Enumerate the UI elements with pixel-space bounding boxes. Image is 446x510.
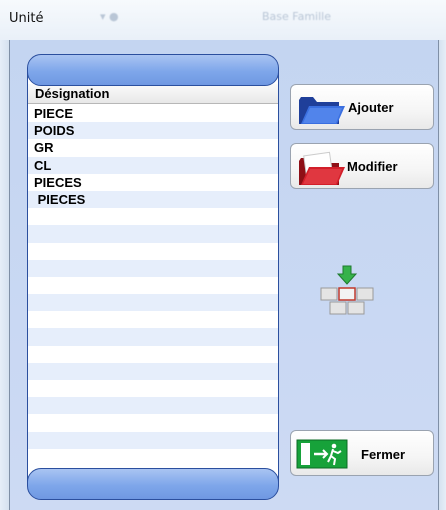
list-item[interactable] [28, 225, 278, 243]
list-item[interactable] [28, 431, 278, 449]
list-item[interactable] [28, 397, 278, 415]
list-item[interactable] [28, 414, 278, 432]
red-folder-icon [295, 149, 347, 194]
list-item[interactable]: POIDS [28, 122, 278, 140]
list-bottom-cap [27, 468, 279, 500]
list-item[interactable]: GR [28, 139, 278, 157]
client-area: Désignation PIECE POIDS GR CL PIECES PIECES … [10, 40, 438, 510]
title-blur-glyph: ▾ ● [100, 10, 119, 23]
list-item[interactable] [28, 242, 278, 260]
window: Unité ▾ ● Base Famille Désignation PIECE… [0, 0, 446, 510]
title-bar[interactable]: Unité ▾ ● Base Famille [0, 0, 446, 40]
list-item[interactable] [28, 259, 278, 277]
list-item[interactable]: PIECES [28, 173, 278, 191]
close-button-label: Fermer [361, 447, 406, 462]
edit-button-label: Modifier [347, 159, 398, 174]
list-item[interactable]: CL [28, 156, 278, 174]
close-button[interactable]: Fermer [290, 430, 434, 476]
add-button[interactable]: Ajouter [290, 84, 434, 130]
window-frame-right [438, 40, 446, 510]
list-rows: PIECE POIDS GR CL PIECES PIECES [28, 105, 278, 466]
background-window-title: Base Famille [262, 10, 331, 23]
list-item[interactable] [28, 311, 278, 329]
list-item[interactable] [28, 328, 278, 346]
blue-folder-icon [295, 90, 347, 133]
list-item[interactable]: PIECE [28, 105, 278, 123]
window-frame-left [0, 40, 10, 510]
add-button-label: Ajouter [348, 100, 394, 115]
window-title: Unité [9, 11, 44, 26]
list-item[interactable] [28, 380, 278, 398]
unit-list[interactable]: Désignation PIECE POIDS GR CL PIECES PIECES [27, 72, 279, 484]
list-item[interactable] [28, 448, 278, 466]
list-item[interactable] [28, 362, 278, 380]
edit-button[interactable]: Modifier [290, 143, 434, 189]
list-item[interactable]: PIECES [28, 190, 278, 209]
list-item[interactable] [28, 276, 278, 295]
list-item[interactable] [28, 345, 278, 363]
list-top-cap [27, 54, 279, 86]
column-header-designation[interactable]: Désignation [28, 84, 278, 104]
exit-door-icon [296, 439, 348, 474]
list-item[interactable] [28, 294, 278, 312]
list-item[interactable] [28, 208, 278, 226]
insert-arrow-blocks-icon[interactable] [319, 264, 375, 325]
unit-list-panel: Désignation PIECE POIDS GR CL PIECES PIECES [27, 54, 279, 500]
